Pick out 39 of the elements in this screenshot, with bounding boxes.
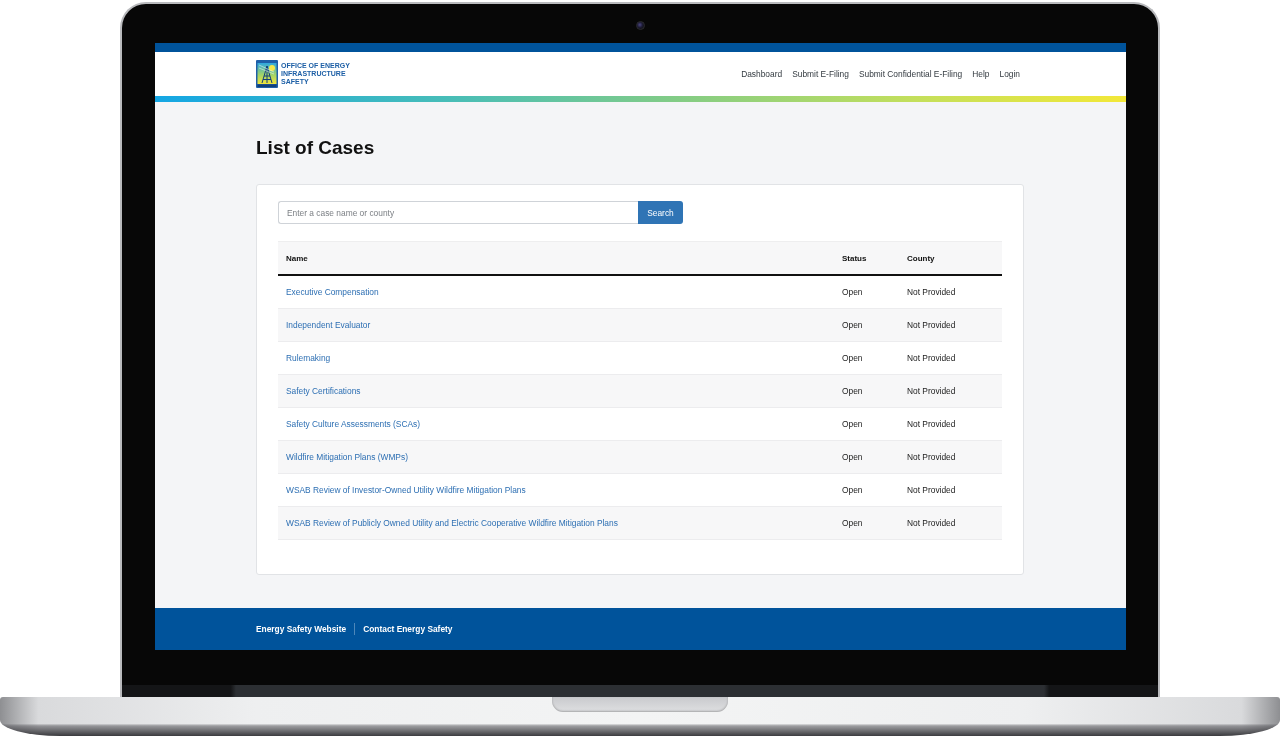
nav-link[interactable]: Dashboard [741, 69, 783, 79]
county-cell: Not Provided [907, 485, 956, 495]
search-button[interactable]: Search [638, 201, 683, 224]
status-cell: Open [842, 452, 863, 462]
page-title: List of Cases [256, 136, 376, 160]
county-cell: Not Provided [907, 452, 956, 462]
case-link[interactable]: Safety Certifications [286, 386, 361, 396]
camera-icon [635, 21, 645, 30]
case-link[interactable]: Safety Culture Assessments (SCAs) [286, 419, 421, 429]
nav-link[interactable]: Submit E-Filing [792, 69, 849, 79]
column-header: Name [286, 253, 308, 263]
case-link[interactable]: Independent Evaluator [286, 320, 371, 330]
status-cell: Open [842, 320, 863, 330]
case-link[interactable]: WSAB Review of Publicly Owned Utility and Electric Cooperative Wildfire Mitigation Plans [286, 518, 618, 528]
status-cell: Open [842, 485, 863, 495]
nav-link[interactable]: Login [999, 69, 1020, 79]
status-cell: Open [842, 353, 863, 363]
county-cell: Not Provided [907, 353, 956, 363]
search-field[interactable]: Enter a case name or county [278, 201, 638, 224]
nav-link[interactable]: Help [972, 69, 990, 79]
county-cell: Not Provided [907, 320, 956, 330]
case-link[interactable]: WSAB Review of Investor-Owned Utility Wildfire Mitigation Plans [286, 485, 526, 495]
footer-link[interactable]: Contact Energy Safety [363, 624, 453, 634]
column-header: County [907, 253, 935, 263]
nav-link[interactable]: Submit Confidential E-Filing [858, 69, 963, 79]
status-cell: Open [842, 287, 863, 297]
column-header: Status [842, 253, 867, 263]
county-cell: Not Provided [907, 287, 956, 297]
case-link[interactable]: Rulemaking [286, 353, 331, 363]
county-cell: Not Provided [907, 386, 956, 396]
case-link[interactable]: Executive Compensation [286, 287, 379, 297]
case-link[interactable]: Wildfire Mitigation Plans (WMPs) [286, 452, 408, 462]
status-cell: Open [842, 518, 863, 528]
county-cell: Not Provided [907, 419, 956, 429]
logo-icon [256, 60, 278, 88]
county-cell: Not Provided [907, 518, 956, 528]
status-cell: Open [842, 386, 863, 396]
status-cell: Open [842, 419, 863, 429]
footer-link[interactable]: Energy Safety Website [256, 624, 347, 634]
